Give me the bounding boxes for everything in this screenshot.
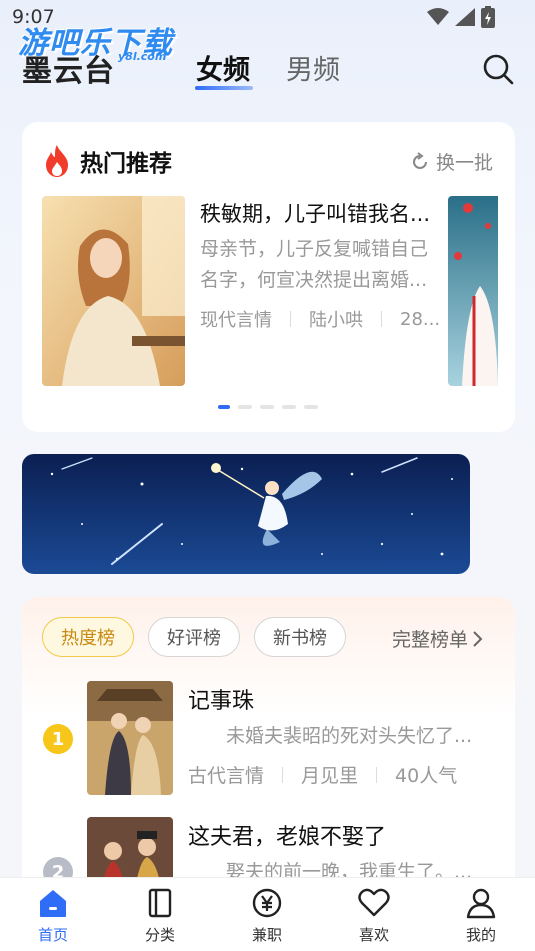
tab-male[interactable]: 男频	[286, 48, 340, 87]
rank-book-description: 未婚夫裴昭的死对头失忆了...	[226, 725, 473, 747]
home-icon	[40, 890, 66, 917]
carousel-dot[interactable]	[282, 405, 296, 409]
signal-icon	[455, 8, 475, 26]
full-list-label: 完整榜单	[392, 629, 469, 651]
nav-category-label: 分类	[144, 926, 175, 944]
book-author: 陆小哄	[309, 310, 363, 331]
carousel-dot[interactable]	[260, 405, 274, 409]
rank-book-cover[interactable]	[87, 681, 173, 795]
tab-active-indicator	[195, 86, 253, 90]
refresh-icon	[413, 151, 427, 169]
rank-tab-hot[interactable]: 热度榜	[42, 617, 134, 657]
battery-icon	[481, 6, 495, 28]
app-brand: 墨云台	[22, 54, 115, 89]
nav-profile[interactable]: 我的	[446, 886, 516, 945]
heart-icon	[358, 888, 390, 917]
meta-divider	[376, 766, 378, 783]
carousel-dot[interactable]	[238, 405, 252, 409]
carousel-indicator	[218, 405, 318, 409]
book-description: 母亲节，儿子反复喊错自己名字，何宣决然提出离婚...	[200, 238, 429, 291]
bottom-navigation: 首页 分类 兼职 喜欢 我的	[0, 877, 535, 951]
chevron-right-icon	[473, 630, 483, 647]
meta-divider	[282, 766, 284, 783]
rank-book-title[interactable]: 这夫君，老娘不娶了	[188, 819, 386, 851]
flame-icon	[46, 145, 68, 177]
full-list-link[interactable]: 完整榜单	[392, 625, 484, 652]
user-icon	[466, 888, 496, 919]
rank-tab-new[interactable]: 新书榜	[254, 617, 346, 657]
book-icon	[148, 888, 172, 918]
rank-book-author: 月见里	[301, 765, 359, 787]
wifi-icon	[427, 8, 449, 25]
nav-home-label: 首页	[37, 926, 68, 944]
rank-book-popularity: 40人气	[395, 765, 458, 787]
book-category: 现代言情	[200, 310, 272, 331]
meta-divider	[381, 311, 382, 327]
nav-category[interactable]: 分类	[125, 886, 195, 945]
rank-tab-rating[interactable]: 好评榜	[148, 617, 240, 657]
watermark-url: y8l.com	[118, 50, 167, 63]
tab-female[interactable]: 女频	[196, 48, 250, 87]
book-cover[interactable]	[42, 196, 185, 386]
hot-recommend-card: 热门推荐 换一批 秩敏期，儿子叫错我名... 母亲节，儿子反复喊错自己名字，何宣…	[22, 122, 515, 432]
carousel-dot[interactable]	[304, 405, 318, 409]
meta-divider	[290, 311, 291, 327]
nav-profile-label: 我的	[465, 926, 496, 944]
nav-home[interactable]: 首页	[18, 886, 88, 945]
rank-book-title[interactable]: 记事珠	[188, 683, 254, 715]
book-meta: 现代言情 陆小哄 28...	[200, 306, 448, 332]
nav-parttime[interactable]: 兼职	[232, 886, 302, 945]
rank-number: 1	[43, 724, 73, 754]
carousel-dot[interactable]	[218, 405, 230, 409]
book-extra: 28...	[400, 308, 441, 330]
refresh-button[interactable]: 换一批	[410, 148, 493, 175]
yuan-icon	[252, 888, 282, 918]
nav-favorites[interactable]: 喜欢	[339, 886, 409, 945]
next-book-cover[interactable]	[448, 196, 498, 386]
refresh-label: 换一批	[435, 152, 493, 174]
nav-favorites-label: 喜欢	[358, 926, 389, 944]
promo-banner[interactable]	[22, 454, 470, 574]
hot-section-title: 热门推荐	[80, 151, 172, 177]
ranking-card: 热度榜 好评榜 新书榜 完整榜单 1 记事珠 未婚夫裴昭的死对头失忆了... 古…	[22, 597, 515, 897]
nav-parttime-label: 兼职	[251, 926, 282, 944]
search-icon[interactable]	[481, 52, 515, 86]
rank-book-category: 古代言情	[188, 765, 265, 787]
rank-book-meta: 古代言情 月见里 40人气	[188, 761, 457, 788]
book-title[interactable]: 秩敏期，儿子叫错我名...	[200, 198, 446, 228]
status-icons	[427, 6, 495, 28]
rank-list-item[interactable]: 1 记事珠 未婚夫裴昭的死对头失忆了... 古代言情 月见里 40人气	[22, 681, 515, 799]
